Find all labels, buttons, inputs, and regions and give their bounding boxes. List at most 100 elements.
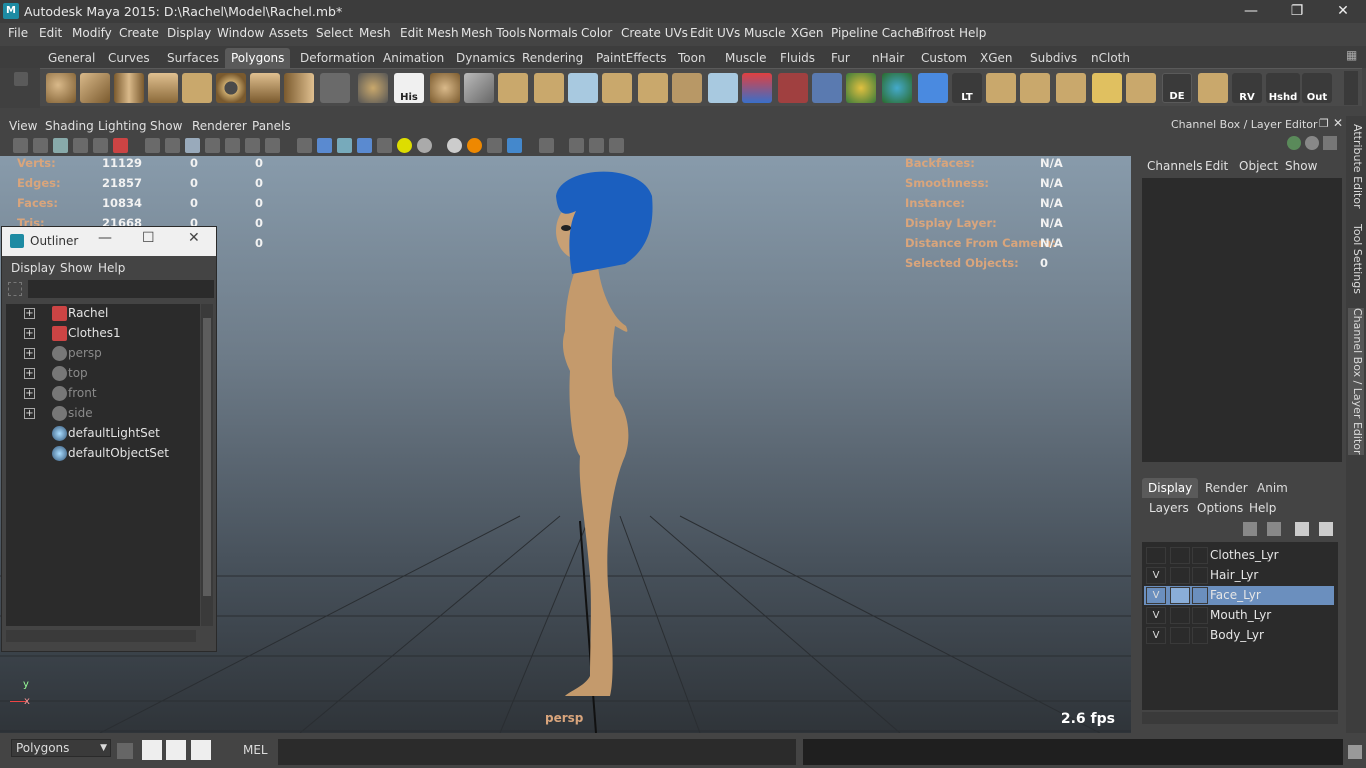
- create-polygon-tool-icon[interactable]: [320, 73, 350, 103]
- camera-attributes-icon[interactable]: [33, 138, 48, 153]
- smooth-icon[interactable]: [430, 73, 460, 103]
- outliner-item[interactable]: + persp: [6, 344, 200, 364]
- layer-tab-render[interactable]: Render: [1199, 478, 1254, 498]
- menu-mesh[interactable]: Mesh: [359, 26, 391, 40]
- new-layer-selected-icon[interactable]: [1319, 522, 1333, 536]
- poly-torus-icon[interactable]: [216, 73, 246, 103]
- backface-icon[interactable]: [357, 138, 372, 153]
- isolate-select-icon[interactable]: [539, 138, 554, 153]
- shelf-tab-deformation[interactable]: Deformation: [294, 48, 381, 68]
- shelf-tab-custom[interactable]: Custom: [915, 48, 973, 68]
- expand-icon[interactable]: +: [24, 368, 35, 379]
- vp-menu-view[interactable]: View: [9, 119, 37, 133]
- shelf-tab-general[interactable]: General: [42, 48, 101, 68]
- panel-close-icon[interactable]: ✕: [1333, 116, 1343, 130]
- restore-icon[interactable]: ❐: [1274, 0, 1320, 23]
- toggle-panel-icon[interactable]: [117, 743, 133, 759]
- layer-row[interactable]: Clothes_Lyr: [1144, 546, 1334, 565]
- scroll-thumb[interactable]: [203, 318, 211, 596]
- wire-on-shaded-icon[interactable]: [225, 138, 240, 153]
- outliner-item[interactable]: defaultLightSet: [6, 424, 200, 444]
- filter-icon[interactable]: [8, 282, 22, 296]
- layer-row[interactable]: V Body_Lyr: [1144, 626, 1334, 645]
- expand-icon[interactable]: +: [24, 408, 35, 419]
- shelf-tab-subdivs[interactable]: Subdivs: [1024, 48, 1083, 68]
- outliner-item[interactable]: + top: [6, 364, 200, 384]
- menu-file[interactable]: File: [8, 26, 28, 40]
- uv-move-icon[interactable]: [1126, 73, 1156, 103]
- select-camera-icon[interactable]: [13, 138, 28, 153]
- outliner-minimize-icon[interactable]: —: [98, 230, 112, 246]
- shelf-tab-rendering[interactable]: Rendering: [516, 48, 589, 68]
- script-editor-icon[interactable]: [1348, 745, 1362, 759]
- layer-row-selected[interactable]: V Face_Lyr: [1144, 586, 1334, 605]
- anti-alias-icon[interactable]: [487, 138, 502, 153]
- outliner-menu-display[interactable]: Display: [11, 261, 55, 275]
- cb-menu-edit[interactable]: Edit: [1205, 159, 1228, 173]
- poly-sphere-icon[interactable]: [46, 73, 76, 103]
- expand-icon[interactable]: +: [24, 348, 35, 359]
- xray-joints-icon[interactable]: [569, 138, 584, 153]
- minimize-icon[interactable]: —: [1228, 0, 1274, 23]
- offset-edge-loop-icon[interactable]: [638, 73, 668, 103]
- expand-icon[interactable]: +: [24, 328, 35, 339]
- menu-xgen[interactable]: XGen: [791, 26, 824, 40]
- side-tab-tool-settings[interactable]: Tool Settings: [1348, 224, 1364, 294]
- shelf-tab-surfaces[interactable]: Surfaces: [161, 48, 225, 68]
- outliner-item[interactable]: + front: [6, 384, 200, 404]
- menu-mesh-tools[interactable]: Mesh Tools: [461, 26, 526, 40]
- menu-set-dropdown[interactable]: Polygons ▼: [11, 739, 111, 757]
- shelf-tab-curves[interactable]: Curves: [102, 48, 156, 68]
- checker-icon[interactable]: [377, 138, 392, 153]
- t-icon[interactable]: [265, 138, 280, 153]
- shelf-tab-animation[interactable]: Animation: [377, 48, 450, 68]
- menu-window[interactable]: Window: [217, 26, 264, 40]
- outliner-vertical-scrollbar[interactable]: [201, 304, 213, 626]
- shelf-tab-fluids[interactable]: Fluids: [774, 48, 821, 68]
- shelf-tab-painteffects[interactable]: PaintEffects: [590, 48, 672, 68]
- outliner-item[interactable]: defaultObjectSet: [6, 444, 200, 464]
- speed-icon[interactable]: [1305, 136, 1319, 150]
- hshd-button[interactable]: Hshd: [1266, 73, 1300, 103]
- shelf-tab-dynamics[interactable]: Dynamics: [450, 48, 521, 68]
- cb-menu-show[interactable]: Show: [1285, 159, 1317, 173]
- poly-pyramid-icon[interactable]: [250, 73, 280, 103]
- history-icon[interactable]: His: [394, 73, 424, 103]
- shelf-scroll-icon[interactable]: [1344, 71, 1358, 105]
- layer-row[interactable]: V Mouth_Lyr: [1144, 606, 1334, 625]
- film-gate-icon[interactable]: [113, 138, 128, 153]
- combine-icon[interactable]: [358, 73, 388, 103]
- script-language-label[interactable]: MEL: [243, 743, 268, 757]
- close-icon[interactable]: ✕: [1320, 0, 1366, 23]
- uv-cut-icon[interactable]: [1056, 73, 1086, 103]
- out-button[interactable]: Out: [1302, 73, 1332, 103]
- smooth-shade-icon[interactable]: [165, 138, 180, 153]
- uv-layout-icon[interactable]: [986, 73, 1016, 103]
- isolate-icon[interactable]: [297, 138, 312, 153]
- lt-button[interactable]: LT: [952, 73, 982, 103]
- move-layer-up-icon[interactable]: [1243, 522, 1257, 536]
- split-polygon-icon[interactable]: [568, 73, 598, 103]
- menu-edit[interactable]: Edit: [39, 26, 62, 40]
- layout-outliner-icon[interactable]: [166, 740, 186, 760]
- expand-icon[interactable]: +: [24, 388, 35, 399]
- layout-graph-icon[interactable]: [191, 740, 211, 760]
- depth-of-field-icon[interactable]: [507, 138, 522, 153]
- wireframe-mode-icon[interactable]: [145, 138, 160, 153]
- layer-horizontal-scrollbar[interactable]: [1142, 712, 1338, 724]
- outliner-search-input[interactable]: [28, 280, 214, 298]
- menu-bifrost[interactable]: Bifrost: [916, 26, 955, 40]
- menu-assets[interactable]: Assets: [269, 26, 308, 40]
- vp-menu-show[interactable]: Show: [150, 119, 182, 133]
- wire-shaded-icon[interactable]: [337, 138, 352, 153]
- snap-icon[interactable]: [846, 73, 876, 103]
- image-plane-icon[interactable]: [73, 138, 88, 153]
- outliner-titlebar[interactable]: Outliner — ☐ ✕: [2, 227, 216, 256]
- mel-command-input[interactable]: [278, 739, 796, 765]
- grid-icon[interactable]: [93, 138, 108, 153]
- sculpt-icon[interactable]: [882, 73, 912, 103]
- outliner-horizontal-scrollbar[interactable]: [6, 630, 196, 642]
- layer-tab-anim[interactable]: Anim: [1251, 478, 1294, 498]
- cone-deform-icon[interactable]: [742, 73, 772, 103]
- poly-cone-icon[interactable]: [148, 73, 178, 103]
